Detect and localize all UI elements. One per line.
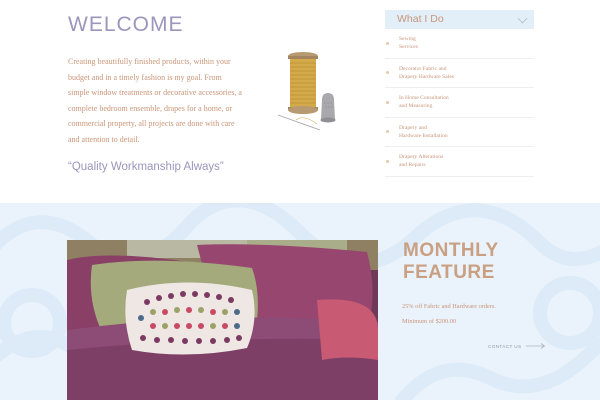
title-line-2: FEATURE bbox=[403, 262, 495, 283]
tagline: “Quality Workmanship Always” bbox=[68, 161, 224, 173]
title-line-1: MONTHLY bbox=[403, 240, 499, 261]
service-item-fabric-sales[interactable]: Decorator Fabric and Drapery Hardware Sa… bbox=[385, 59, 534, 88]
bullet-icon bbox=[386, 159, 389, 163]
service-item-consultation[interactable]: In Home Consultation and Measuring bbox=[385, 88, 534, 118]
chevron-down-icon[interactable] bbox=[517, 13, 528, 24]
monthly-feature-title: MONTHLY FEATURE bbox=[403, 240, 499, 284]
welcome-heading: WELCOME bbox=[68, 13, 184, 36]
service-label: Sewing Services bbox=[399, 36, 418, 51]
service-label: Drapery Alterations and Repairs bbox=[399, 154, 444, 169]
feature-offer: 25% off Fabric and Hardware orders. bbox=[402, 303, 496, 310]
service-label: In Home Consultation and Measuring bbox=[399, 95, 449, 110]
service-label: Drapery and Hardware Installation bbox=[399, 124, 448, 139]
contact-us-link[interactable]: CONTACT US bbox=[488, 343, 546, 349]
bedding-photo bbox=[67, 240, 378, 400]
service-item-installation[interactable]: Drapery and Hardware Installation bbox=[385, 118, 534, 147]
feature-minimum: Minimum of $200.00 bbox=[402, 318, 457, 325]
contact-us-label: CONTACT US bbox=[488, 343, 522, 349]
arrow-right-icon bbox=[526, 343, 546, 349]
thread-spool-image bbox=[277, 52, 336, 131]
what-i-do-panel: What I Do Sewing Services Decorator Fabr… bbox=[385, 10, 534, 177]
service-item-sewing[interactable]: Sewing Services bbox=[385, 29, 534, 59]
service-label: Decorator Fabric and Drapery Hardware Sa… bbox=[399, 65, 454, 80]
bullet-icon bbox=[386, 41, 389, 45]
bullet-icon bbox=[386, 130, 389, 134]
intro-paragraph: Creating beautifully finished products, … bbox=[68, 57, 242, 144]
bullet-icon bbox=[386, 71, 389, 75]
bullet-icon bbox=[386, 100, 389, 104]
what-i-do-title: What I Do bbox=[397, 13, 444, 25]
services-list: Sewing Services Decorator Fabric and Dra… bbox=[385, 29, 534, 177]
what-i-do-dropdown[interactable]: What I Do bbox=[385, 10, 534, 29]
monthly-feature-section: MONTHLY FEATURE 25% off Fabric and Hardw… bbox=[0, 203, 600, 400]
service-item-alterations[interactable]: Drapery Alterations and Repairs bbox=[385, 147, 534, 177]
